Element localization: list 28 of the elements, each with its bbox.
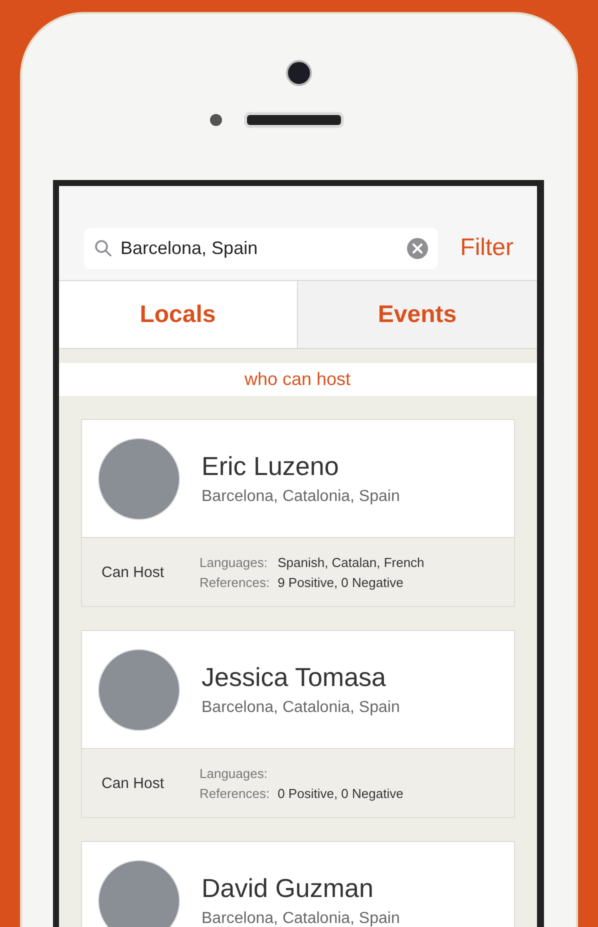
languages-value: Spanish, Catalan, French [278, 554, 424, 570]
host-location: Barcelona, Catalonia, Spain [202, 699, 400, 717]
banner-text: who can host [58, 363, 536, 396]
clear-icon[interactable] [407, 238, 428, 258]
sensor-dot [210, 114, 222, 126]
camera-lens [286, 60, 312, 86]
host-name: Eric Luzeno [202, 451, 340, 482]
host-card[interactable]: Eric Luzeno Barcelona, Catalonia, Spain Can Host Languages: Spanish, Catalan, French References: 9 Positive, 0 Negative [80, 419, 514, 607]
host-card[interactable]: Jessica Tomasa Barcelona, Catalonia, Spain Can Host Languages: References: 0 Positive, 0 Negative [80, 630, 514, 818]
host-card[interactable]: David Guzman Barcelona, Catalonia, Spain [80, 841, 514, 927]
tab[interactable]: Events [297, 281, 536, 348]
host-name: David Guzman [202, 873, 374, 904]
references-label: References: [200, 574, 270, 590]
languages-label: Languages: [200, 554, 268, 570]
host-location: Barcelona, Catalonia, Spain [202, 488, 400, 506]
tab[interactable]: Locals [58, 281, 297, 348]
host-location: Barcelona, Catalonia, Spain [202, 910, 400, 927]
search-input[interactable]: Barcelona, Spain [120, 238, 398, 258]
references-value: 0 Positive, 0 Negative [278, 786, 404, 800]
search-icon [94, 239, 112, 257]
search-field[interactable]: Barcelona, Spain [84, 228, 438, 268]
references-value: 9 Positive, 0 Negative [278, 574, 404, 590]
host-name: Jessica Tomasa [202, 662, 387, 693]
languages-label: Languages: [200, 766, 268, 780]
host-status: Can Host [102, 564, 166, 580]
filter-button[interactable]: Filter [460, 234, 514, 262]
host-status: Can Host [102, 774, 166, 792]
references-label: References: [200, 786, 270, 800]
